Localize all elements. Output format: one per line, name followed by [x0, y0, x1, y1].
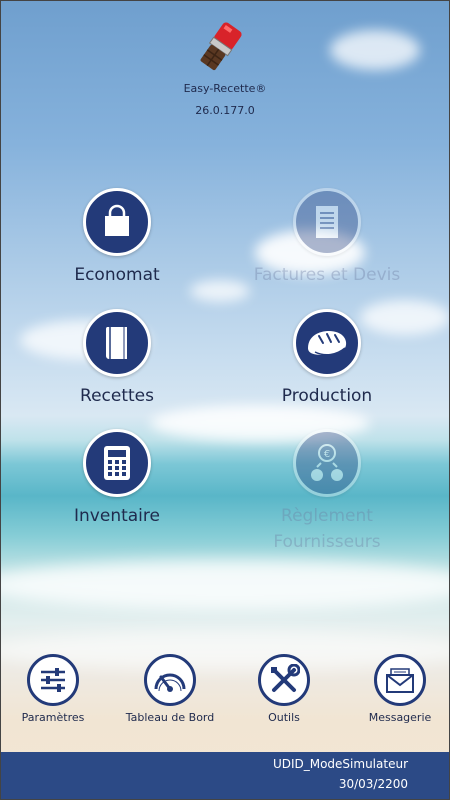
udid-label: UDID_ModeSimulateur — [272, 757, 408, 771]
tile-label: Recettes — [80, 386, 154, 406]
messagerie-button[interactable] — [374, 654, 426, 706]
toolbar-outils[interactable]: Outils — [230, 654, 338, 724]
gauge-icon — [154, 673, 186, 692]
toolbar-label: Outils — [268, 711, 300, 724]
tile-economat[interactable]: Economat — [27, 188, 207, 288]
app-version: 26.0.177.0 — [195, 104, 255, 117]
tile-recettes[interactable]: Recettes — [27, 309, 207, 409]
bread-icon — [308, 331, 347, 356]
tile-label-line2: Fournisseurs — [273, 532, 381, 552]
toolbar-messagerie[interactable]: Messagerie — [346, 654, 450, 724]
tile-factures-devis: Factures et Devis — [237, 188, 417, 288]
calculator-icon — [104, 446, 130, 480]
app-logo-icon — [195, 18, 249, 78]
tile-inventaire[interactable]: Inventaire — [27, 429, 207, 529]
tile-reglement-fournisseurs: € Règlement Fournisseurs — [237, 429, 417, 555]
background-wave — [0, 560, 450, 610]
parametres-button[interactable] — [27, 654, 79, 706]
recettes-button[interactable] — [83, 309, 151, 377]
tableau-de-bord-button[interactable] — [144, 654, 196, 706]
book-icon — [105, 327, 127, 359]
toolbar-tableau-de-bord[interactable]: Tableau de Bord — [116, 654, 224, 724]
production-button[interactable] — [293, 309, 361, 377]
inventaire-button[interactable] — [83, 429, 151, 497]
reglement-fournisseurs-button: € — [293, 429, 361, 497]
app-name: Easy-Recette® — [183, 82, 267, 95]
tools-icon — [271, 664, 300, 692]
document-icon — [316, 206, 338, 238]
toolbar-label: Messagerie — [368, 711, 432, 724]
tile-production[interactable]: Production — [237, 309, 417, 409]
outils-button[interactable] — [258, 654, 310, 706]
tile-label: Factures et Devis — [253, 265, 401, 285]
sliders-icon — [41, 668, 65, 692]
tile-label-line1: Règlement — [281, 506, 373, 526]
tile-label: Production — [281, 386, 373, 406]
date-label: 30/03/2200 — [338, 777, 408, 791]
economat-button[interactable] — [83, 188, 151, 256]
status-footer: UDID_ModeSimulateur 30/03/2200 — [0, 752, 450, 800]
tile-label: Inventaire — [74, 506, 160, 526]
toolbar-label: Tableau de Bord — [125, 711, 215, 724]
factures-devis-button — [293, 188, 361, 256]
svg-text:€: € — [324, 449, 330, 460]
home-screen: Easy-Recette® 26.0.177.0 Economat Factur… — [0, 0, 450, 800]
toolbar-parametres[interactable]: Paramètres — [0, 654, 107, 724]
shopping-bag-icon — [105, 204, 129, 236]
background-cloud — [330, 30, 420, 70]
envelope-icon — [386, 668, 414, 693]
money-transfer-icon: € — [311, 444, 343, 481]
toolbar-label: Paramètres — [21, 711, 85, 724]
tile-label: Economat — [74, 265, 160, 285]
